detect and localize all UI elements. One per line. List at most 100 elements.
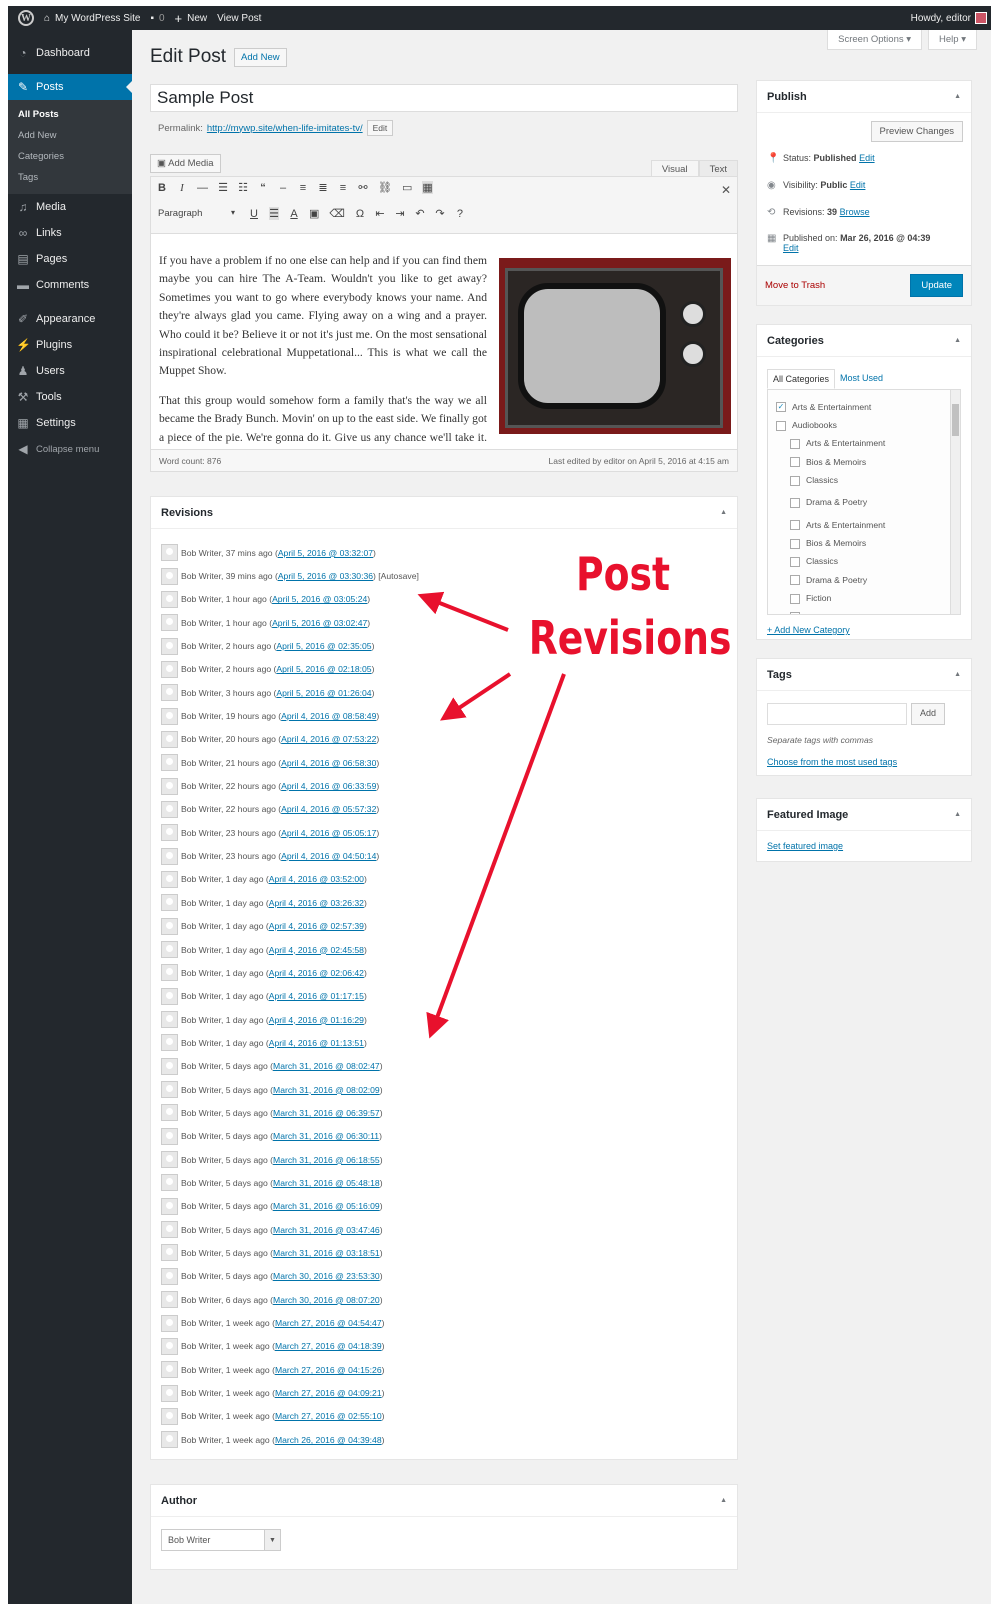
revision-date-link[interactable]: March 31, 2016 @ 05:16:09 bbox=[273, 1201, 380, 1211]
revision-date-link[interactable]: March 27, 2016 @ 02:55:10 bbox=[275, 1411, 382, 1421]
revision-date-link[interactable]: April 4, 2016 @ 07:53:22 bbox=[281, 734, 376, 744]
align-center-icon[interactable]: ≣ bbox=[318, 181, 328, 194]
featured-image-header[interactable]: Featured Image ▲ bbox=[757, 799, 971, 831]
revision-date-link[interactable]: March 30, 2016 @ 23:53:30 bbox=[273, 1271, 380, 1281]
preview-changes-button[interactable]: Preview Changes bbox=[870, 121, 963, 142]
help-icon[interactable]: ? bbox=[455, 208, 465, 220]
revision-date-link[interactable]: March 31, 2016 @ 06:39:57 bbox=[273, 1108, 380, 1118]
menu-media[interactable]: ♫ Media bbox=[8, 194, 132, 220]
category-item[interactable]: Classics bbox=[776, 472, 960, 490]
revision-date-link[interactable]: March 31, 2016 @ 03:47:46 bbox=[273, 1225, 380, 1235]
revision-date-link[interactable]: March 27, 2016 @ 04:09:21 bbox=[275, 1388, 382, 1398]
category-item[interactable]: Drama & Poetry bbox=[776, 490, 960, 516]
screen-options-button[interactable]: Screen Options ▾ bbox=[827, 30, 923, 50]
view-post-link[interactable]: View Post bbox=[217, 13, 261, 24]
category-item[interactable]: Arts & Entertainment bbox=[776, 435, 960, 453]
add-new-button[interactable]: Add New bbox=[234, 47, 287, 67]
editor-content[interactable]: If you have a problem if no one else can… bbox=[150, 234, 738, 450]
align-right-icon[interactable]: ≡ bbox=[338, 182, 348, 194]
post-title-input[interactable]: Sample Post bbox=[150, 84, 738, 112]
collapse-arrow-icon[interactable]: ▲ bbox=[720, 1497, 727, 1504]
horizontal-line-icon[interactable]: – bbox=[278, 182, 288, 194]
collapse-menu-button[interactable]: ◀ Collapse menu bbox=[8, 436, 132, 462]
revision-date-link[interactable]: March 27, 2016 @ 04:15:26 bbox=[275, 1365, 382, 1375]
category-scrollbar[interactable] bbox=[950, 390, 960, 614]
category-item[interactable]: Bios & Memoirs bbox=[776, 453, 960, 471]
category-item[interactable]: Bios & Memoirs bbox=[776, 534, 960, 552]
blockquote-icon[interactable]: “ bbox=[258, 182, 268, 194]
category-checkbox[interactable] bbox=[790, 593, 800, 604]
category-item[interactable]: Drama & Poetry bbox=[776, 571, 960, 589]
category-checkbox[interactable] bbox=[790, 438, 800, 449]
author-select[interactable]: Bob Writer ▼ bbox=[161, 1529, 281, 1551]
update-button[interactable]: Update bbox=[910, 274, 963, 297]
add-media-button[interactable]: ▣ Add Media bbox=[150, 154, 221, 173]
published-edit-link[interactable]: Edit bbox=[783, 243, 799, 253]
strikethrough-icon[interactable]: — bbox=[197, 182, 208, 194]
bold-icon[interactable]: B bbox=[157, 182, 167, 194]
status-edit-link[interactable]: Edit bbox=[859, 153, 875, 163]
browse-revisions-link[interactable]: Browse bbox=[840, 207, 870, 217]
text-color-icon[interactable]: A bbox=[289, 208, 299, 220]
numbered-list-icon[interactable]: ☷ bbox=[238, 181, 248, 194]
set-featured-image-link[interactable]: Set featured image bbox=[767, 841, 843, 851]
clear-formatting-icon[interactable]: ⌫ bbox=[329, 207, 345, 220]
category-checkbox[interactable] bbox=[790, 457, 800, 468]
format-select[interactable]: Paragraph ▾ bbox=[157, 207, 239, 220]
underline-icon[interactable]: U bbox=[249, 208, 259, 220]
tab-most-used[interactable]: Most Used bbox=[835, 369, 888, 389]
revision-date-link[interactable]: April 5, 2016 @ 01:26:04 bbox=[276, 688, 371, 698]
unlink-icon[interactable]: ⛓ bbox=[378, 181, 392, 194]
revision-date-link[interactable]: April 4, 2016 @ 04:50:14 bbox=[281, 851, 376, 861]
revision-date-link[interactable]: April 5, 2016 @ 02:18:05 bbox=[276, 664, 371, 674]
menu-appearance[interactable]: ✐ Appearance bbox=[8, 306, 132, 332]
submenu-tags[interactable]: Tags bbox=[8, 167, 132, 188]
category-checkbox[interactable]: ✓ bbox=[776, 402, 786, 413]
category-checkbox[interactable] bbox=[790, 475, 800, 486]
italic-icon[interactable]: I bbox=[177, 182, 187, 194]
collapse-arrow-icon[interactable]: ▲ bbox=[954, 811, 961, 818]
revision-date-link[interactable]: April 4, 2016 @ 06:58:30 bbox=[281, 758, 376, 768]
choose-most-used-tags-link[interactable]: Choose from the most used tags bbox=[767, 757, 897, 767]
align-left-icon[interactable]: ≡ bbox=[298, 182, 308, 194]
publish-header[interactable]: Publish ▲ bbox=[757, 81, 971, 113]
collapse-arrow-icon[interactable]: ▲ bbox=[954, 93, 961, 100]
revision-date-link[interactable]: March 31, 2016 @ 06:30:11 bbox=[273, 1131, 379, 1141]
bullet-list-icon[interactable]: ☰ bbox=[218, 181, 228, 194]
revision-date-link[interactable]: April 4, 2016 @ 08:58:49 bbox=[281, 711, 376, 721]
site-name-menu[interactable]: ⌂ My WordPress Site bbox=[44, 13, 140, 24]
move-to-trash-link[interactable]: Move to Trash bbox=[765, 280, 825, 291]
add-tag-button[interactable]: Add bbox=[911, 703, 946, 725]
category-item[interactable]: ✓ Arts & Entertainment bbox=[776, 398, 960, 416]
menu-settings[interactable]: ▦ Settings bbox=[8, 410, 132, 436]
menu-posts[interactable]: ✎ Posts bbox=[8, 74, 132, 100]
category-checkbox[interactable] bbox=[790, 520, 800, 531]
revision-date-link[interactable]: April 4, 2016 @ 03:52:00 bbox=[269, 874, 364, 884]
collapse-arrow-icon[interactable]: ▲ bbox=[954, 671, 961, 678]
revision-date-link[interactable]: April 5, 2016 @ 03:05:24 bbox=[272, 594, 367, 604]
submenu-categories[interactable]: Categories bbox=[8, 146, 132, 167]
category-checkbox[interactable] bbox=[790, 538, 800, 549]
revision-date-link[interactable]: March 31, 2016 @ 05:48:18 bbox=[273, 1178, 380, 1188]
menu-dashboard[interactable]: ◔ Dashboard bbox=[8, 40, 132, 66]
categories-header[interactable]: Categories ▲ bbox=[757, 325, 971, 357]
outdent-icon[interactable]: ⇤ bbox=[375, 207, 385, 220]
revision-date-link[interactable]: March 31, 2016 @ 08:02:09 bbox=[273, 1085, 380, 1095]
paste-text-icon[interactable]: ▣ bbox=[309, 207, 319, 220]
read-more-icon[interactable]: ▭ bbox=[402, 181, 412, 194]
wp-logo-menu[interactable]: W bbox=[18, 10, 34, 26]
menu-pages[interactable]: ▤ Pages bbox=[8, 246, 132, 272]
menu-tools[interactable]: ⚒ Tools bbox=[8, 384, 132, 410]
revision-date-link[interactable]: April 4, 2016 @ 06:33:59 bbox=[281, 781, 376, 791]
revision-date-link[interactable]: April 4, 2016 @ 03:26:32 bbox=[269, 898, 364, 908]
category-item[interactable]: Health & Fitness bbox=[776, 608, 960, 614]
help-button[interactable]: Help ▾ bbox=[928, 30, 977, 50]
revision-date-link[interactable]: April 4, 2016 @ 02:06:42 bbox=[269, 968, 364, 978]
my-account-menu[interactable]: Howdy, editor bbox=[911, 12, 987, 24]
link-icon[interactable]: ⚯ bbox=[358, 181, 368, 194]
category-checkbox[interactable] bbox=[776, 420, 786, 431]
add-new-category-link[interactable]: + Add New Category bbox=[767, 625, 850, 635]
revision-date-link[interactable]: April 5, 2016 @ 03:02:47 bbox=[272, 618, 367, 628]
new-tag-input[interactable] bbox=[767, 703, 907, 725]
revision-date-link[interactable]: April 4, 2016 @ 01:13:51 bbox=[269, 1038, 364, 1048]
